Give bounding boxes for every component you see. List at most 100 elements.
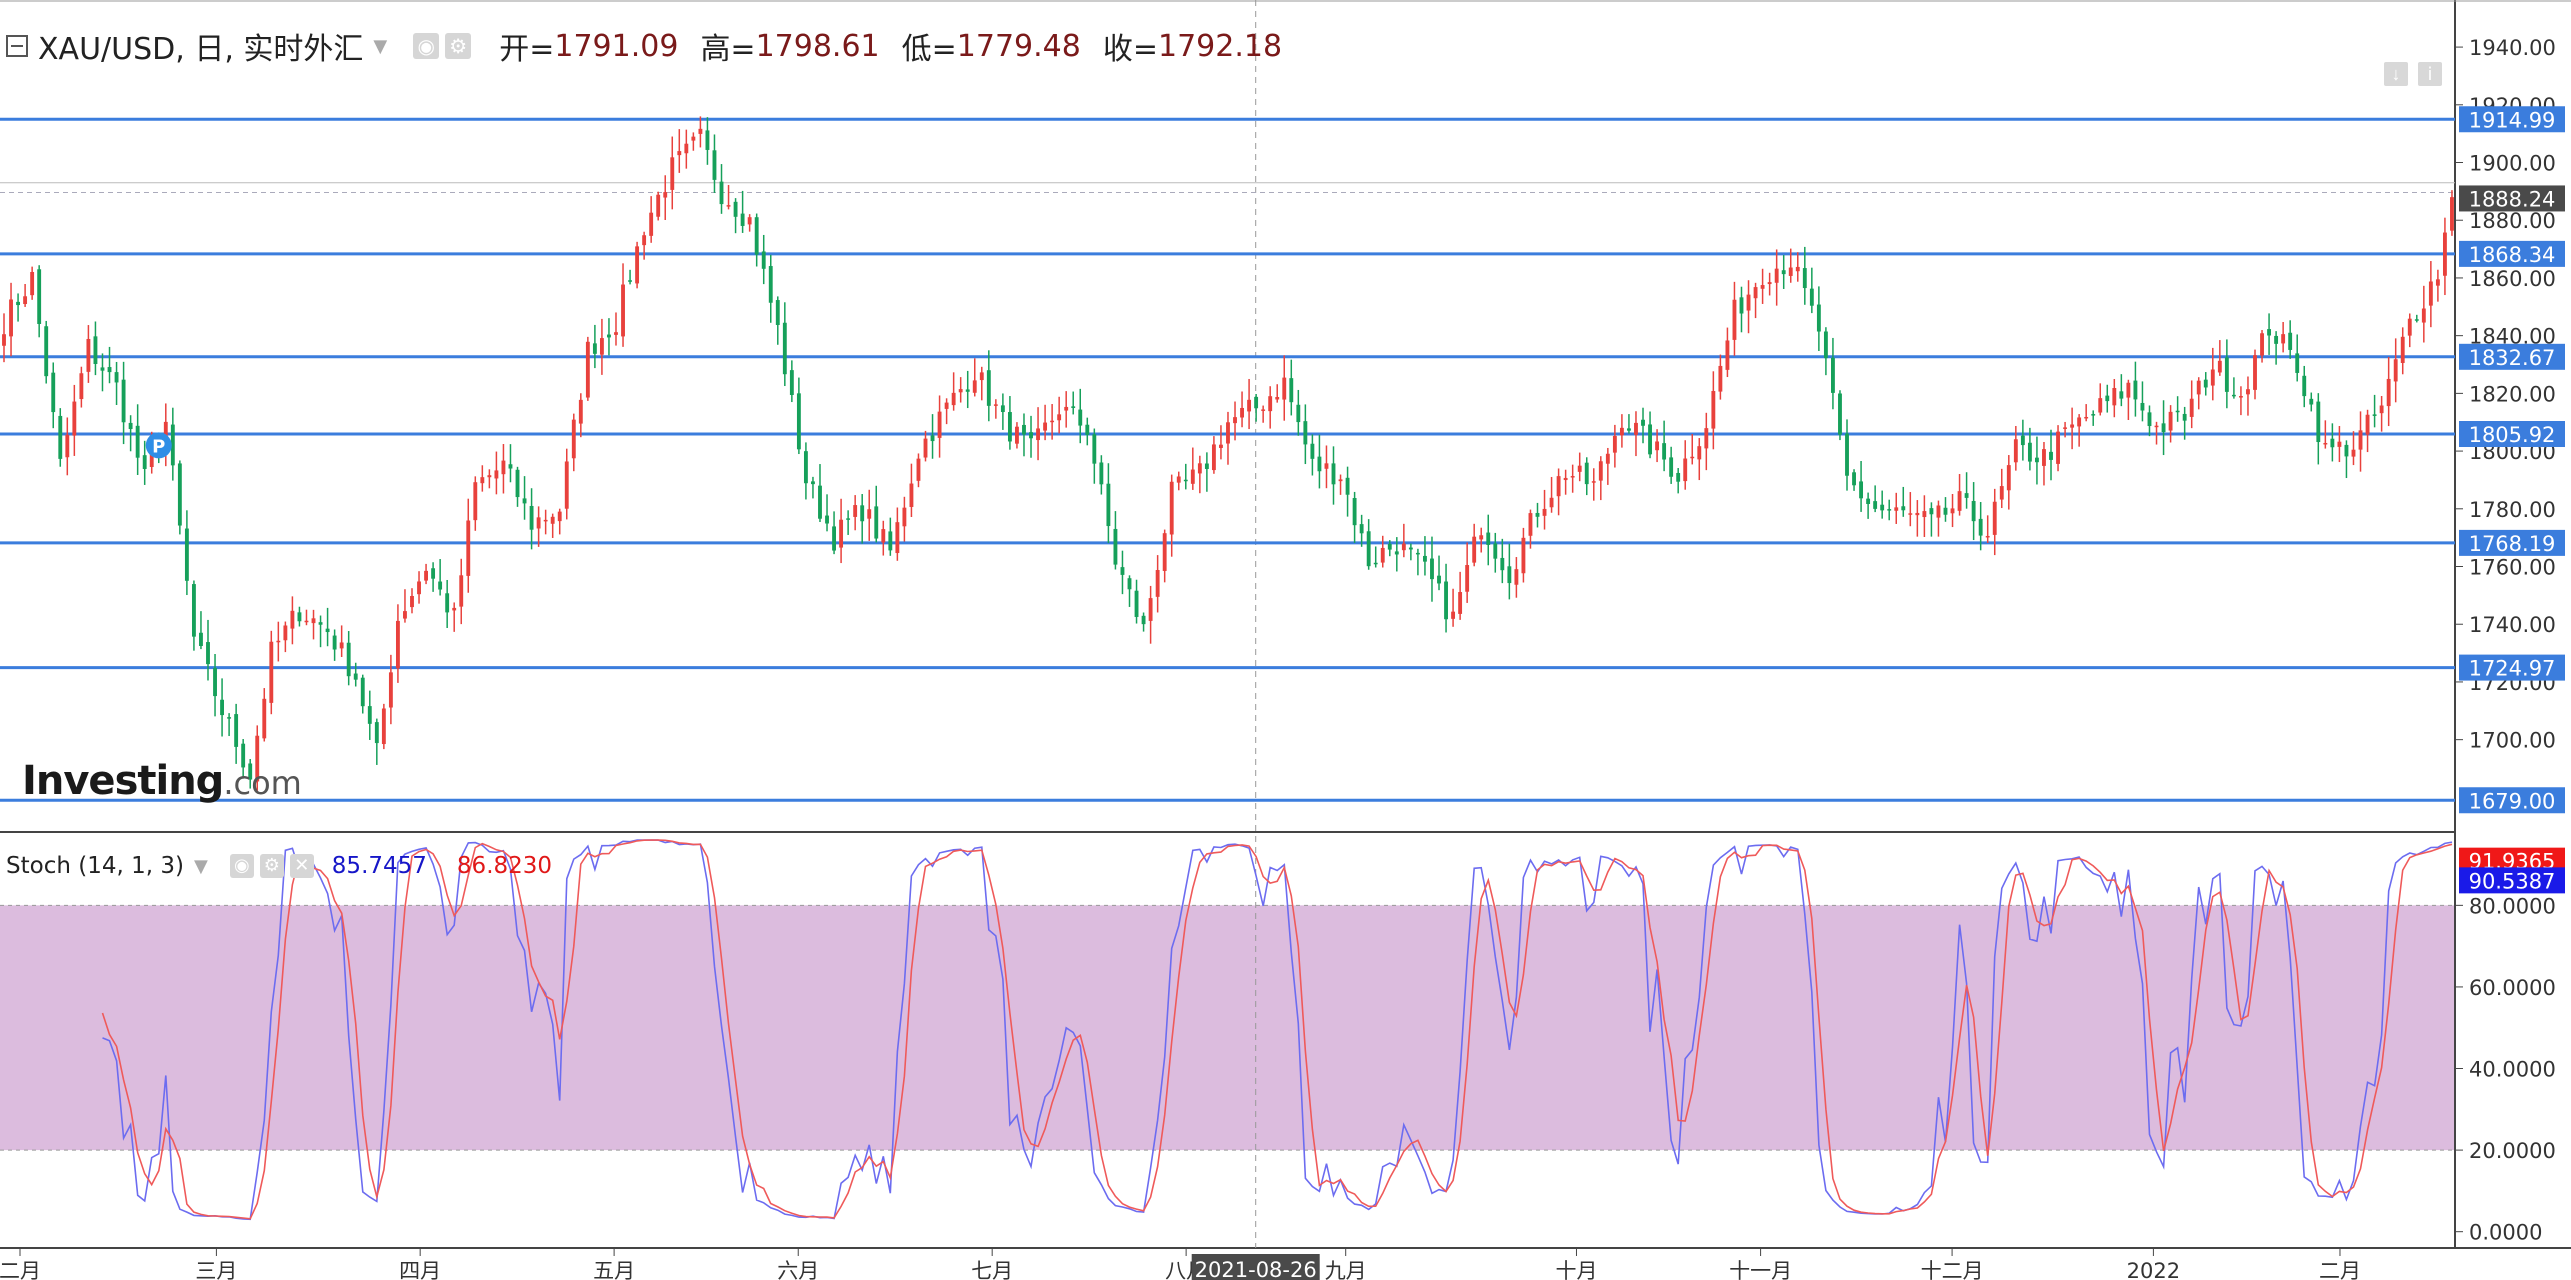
candle-body (811, 481, 815, 485)
price-tick-label: 1760.00 (2469, 556, 2556, 580)
candle-body (796, 393, 801, 450)
candle-body (395, 620, 400, 669)
chart-svg[interactable]: P 1940.001920.001900.001880.001860.00184… (0, 0, 2571, 1280)
level-badge: 1868.34 (2459, 240, 2565, 267)
candle-body (2070, 424, 2075, 428)
candle-body (2386, 378, 2391, 407)
candle-body (951, 392, 956, 406)
candle-body (367, 706, 372, 724)
candle-body (1711, 391, 1716, 429)
candle-body (2267, 329, 2272, 336)
candle-body (1408, 547, 1413, 550)
candle-body (986, 370, 991, 406)
candle-body (1289, 378, 1294, 403)
candle-body (1845, 433, 1849, 476)
price-tick-label: 1940.00 (2469, 36, 2556, 60)
candle-body (2112, 387, 2117, 406)
chevron-down-icon[interactable]: ▼ (373, 36, 387, 57)
close-value: 1792.18 (1157, 28, 1283, 64)
candle-body (1950, 508, 1955, 514)
candle-body (410, 596, 414, 608)
candle-body (1704, 428, 1709, 449)
candle-body (2175, 410, 2180, 413)
candle-body (501, 460, 506, 475)
download-icon[interactable]: ↓ (2384, 62, 2408, 86)
candle-body (1401, 543, 1406, 551)
candle-body (1831, 357, 1835, 393)
candle-body (2006, 465, 2011, 491)
time-tick-label: 九月 (1325, 1259, 1367, 1280)
candle-body (445, 593, 450, 613)
candle-body (1127, 578, 1132, 590)
candle-body (1591, 481, 1596, 483)
candle-body (1275, 396, 1280, 400)
candle-body (1992, 501, 1997, 535)
visibility-icon[interactable]: ◉ (229, 854, 254, 878)
candle-body (1873, 501, 1878, 509)
candle-body (2105, 395, 2110, 402)
candle-body (1057, 414, 1062, 421)
close-icon[interactable]: ✕ (289, 854, 314, 878)
candle-body (2428, 281, 2433, 306)
p-marker[interactable]: P (145, 432, 172, 459)
candle-body (1605, 453, 1610, 464)
candle-body (30, 271, 35, 296)
candle-body (58, 415, 63, 459)
candle-body (2168, 411, 2173, 431)
gear-icon[interactable]: ⚙ (259, 854, 284, 878)
collapse-toggle-icon[interactable] (6, 35, 28, 57)
candle-body (536, 517, 541, 529)
chevron-down-icon[interactable]: ▼ (194, 856, 208, 877)
candle-body (1078, 409, 1083, 426)
candle-body (2379, 405, 2384, 414)
candle-body (65, 434, 70, 458)
stoch-name[interactable]: Stoch (14, 1, 3) (6, 853, 184, 879)
candle-body (1437, 575, 1441, 584)
candle-body (860, 505, 865, 522)
candle-body (1866, 498, 1871, 505)
candle-body (2098, 398, 2103, 413)
candle-body (1162, 533, 1167, 571)
candle-body (1247, 399, 1252, 412)
candle-body (1859, 481, 1864, 499)
candle-body (2407, 318, 2412, 336)
candle (656, 191, 661, 221)
symbol-label[interactable]: XAU/USD, 日, 实时外汇 (38, 24, 363, 68)
investing-logo: Investing.com (22, 758, 302, 804)
candle-body (1662, 443, 1667, 460)
candle-body (1718, 365, 1723, 392)
time-tick-label: 六月 (777, 1259, 819, 1280)
candle-body (1204, 463, 1209, 469)
price-tick-label: 1740.00 (2469, 613, 2556, 637)
candle-body (1233, 417, 1237, 424)
candle-body (789, 370, 794, 395)
candle-body (234, 714, 239, 747)
candle-body (867, 509, 872, 519)
candle-body (9, 299, 13, 337)
candle-body (1838, 393, 1842, 435)
candle-body (1071, 406, 1076, 408)
level-badge-label: 1914.99 (2469, 108, 2556, 132)
visibility-icon[interactable]: ◉ (413, 33, 440, 59)
candle-body (1781, 270, 1786, 275)
candle-body (2027, 442, 2032, 462)
candle-body (1978, 518, 1983, 536)
candle-body (1169, 481, 1174, 535)
candle-body (1788, 267, 1793, 276)
candle-body (466, 520, 471, 576)
candle-body (283, 625, 288, 641)
stoch-tick-label: 80.0000 (2469, 894, 2556, 918)
candle-body (1521, 537, 1526, 574)
candle-body (1697, 446, 1702, 460)
candle-body (1802, 268, 1807, 289)
info-icon[interactable]: ⅰ (2418, 62, 2442, 86)
level-badge: 1724.97 (2459, 654, 2565, 681)
gear-icon[interactable]: ⚙ (445, 33, 472, 59)
candle-body (1767, 282, 1772, 285)
candle-body (1725, 340, 1730, 370)
price-tick-label: 1880.00 (2469, 209, 2556, 233)
time-tick-label: 二月 (0, 1259, 41, 1280)
candle-body (2, 334, 6, 346)
candle-body (747, 217, 752, 225)
candle-body (1739, 297, 1744, 314)
